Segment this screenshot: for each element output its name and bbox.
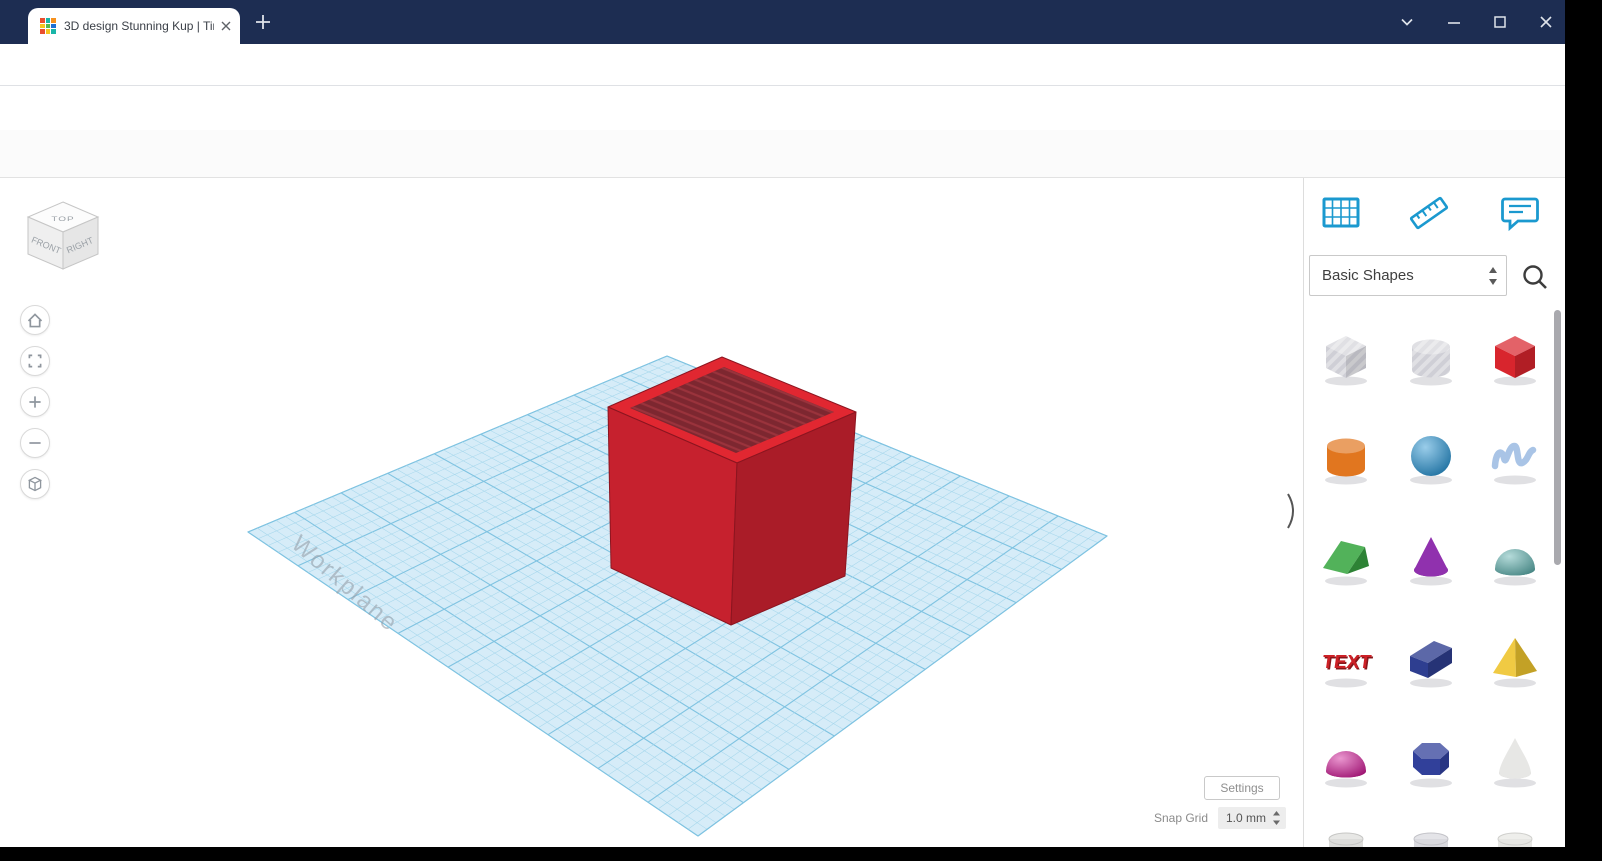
- view-cube-top-label: TOP: [51, 215, 74, 222]
- shape-grid: TEXT TEXT: [1304, 178, 1565, 847]
- new-tab-icon[interactable]: [254, 13, 272, 31]
- shape-polygon[interactable]: [1399, 727, 1463, 791]
- shape-dome[interactable]: [1314, 727, 1378, 791]
- tinkercad-favicon: [40, 18, 56, 34]
- tab-title: 3D design Stunning Kup | Tinkerc: [64, 19, 214, 33]
- panel-collapse-handle[interactable]: [1286, 492, 1300, 530]
- snap-grid-label: Snap Grid: [1153, 811, 1208, 825]
- browser-window: 3D design Stunning Kup | Tinkerc tinkerc…: [0, 0, 1565, 847]
- shape-hole-box[interactable]: [1314, 325, 1378, 389]
- settings-button[interactable]: Settings: [1204, 776, 1280, 800]
- fit-view-button[interactable]: [20, 346, 50, 376]
- tab-search-chevron[interactable]: [1398, 13, 1416, 31]
- shape-roof[interactable]: [1314, 525, 1378, 589]
- tab-strip: 3D design Stunning Kup | Tinkerc: [0, 0, 1565, 44]
- shape-cone[interactable]: [1399, 525, 1463, 589]
- url-bar: tinkercad.com/things/kAqjLvUJpra-stunnin…: [0, 44, 1565, 120]
- perspective-toggle-button[interactable]: [20, 469, 50, 499]
- editor-toolbar: Import Export Send To: [0, 130, 1565, 299]
- snap-grid-select[interactable]: 1.0 mm: [1218, 807, 1286, 829]
- panel-scrollbar[interactable]: [1554, 310, 1561, 565]
- snap-grid-caret-icon: [1273, 811, 1280, 825]
- shape-partial-shape[interactable]: [1483, 826, 1547, 847]
- snap-grid-value: 1.0 mm: [1226, 811, 1267, 825]
- shape-partial-shape[interactable]: [1399, 826, 1463, 847]
- shape-hole-cylinder[interactable]: [1399, 325, 1463, 389]
- shape-partial-shape[interactable]: [1314, 826, 1378, 847]
- home-view-button[interactable]: [20, 305, 50, 335]
- app-header: TIN KER CAD Basic Box: [0, 86, 1565, 216]
- svg-text:TEXT: TEXT: [1321, 652, 1373, 673]
- shape-sphere[interactable]: [1399, 424, 1463, 488]
- shape-paraboloid[interactable]: [1483, 727, 1547, 791]
- shape-half-sphere[interactable]: [1483, 525, 1547, 589]
- shapes-panel: Basic Shapes TEXT TEXT: [1303, 178, 1565, 847]
- shape-scribble[interactable]: [1483, 424, 1547, 488]
- tab-close-icon[interactable]: [218, 18, 234, 34]
- shape-pyramid[interactable]: [1483, 627, 1547, 691]
- shape-box[interactable]: [1483, 325, 1547, 389]
- window-maximize-icon[interactable]: [1490, 12, 1510, 32]
- viewport-3d[interactable]: Workplane TOP FRONT RIGHT Settings Snap …: [0, 178, 1303, 847]
- view-cube[interactable]: TOP FRONT RIGHT: [16, 196, 111, 276]
- zoom-out-button[interactable]: [20, 428, 50, 458]
- shape-cylinder[interactable]: [1314, 424, 1378, 488]
- window-minimize-icon[interactable]: [1444, 12, 1464, 32]
- browser-tab[interactable]: 3D design Stunning Kup | Tinkerc: [28, 8, 240, 44]
- window-close-icon[interactable]: [1536, 12, 1556, 32]
- zoom-in-button[interactable]: [20, 387, 50, 417]
- shape-wedge[interactable]: [1399, 627, 1463, 691]
- shape-text[interactable]: TEXT TEXT: [1314, 627, 1378, 691]
